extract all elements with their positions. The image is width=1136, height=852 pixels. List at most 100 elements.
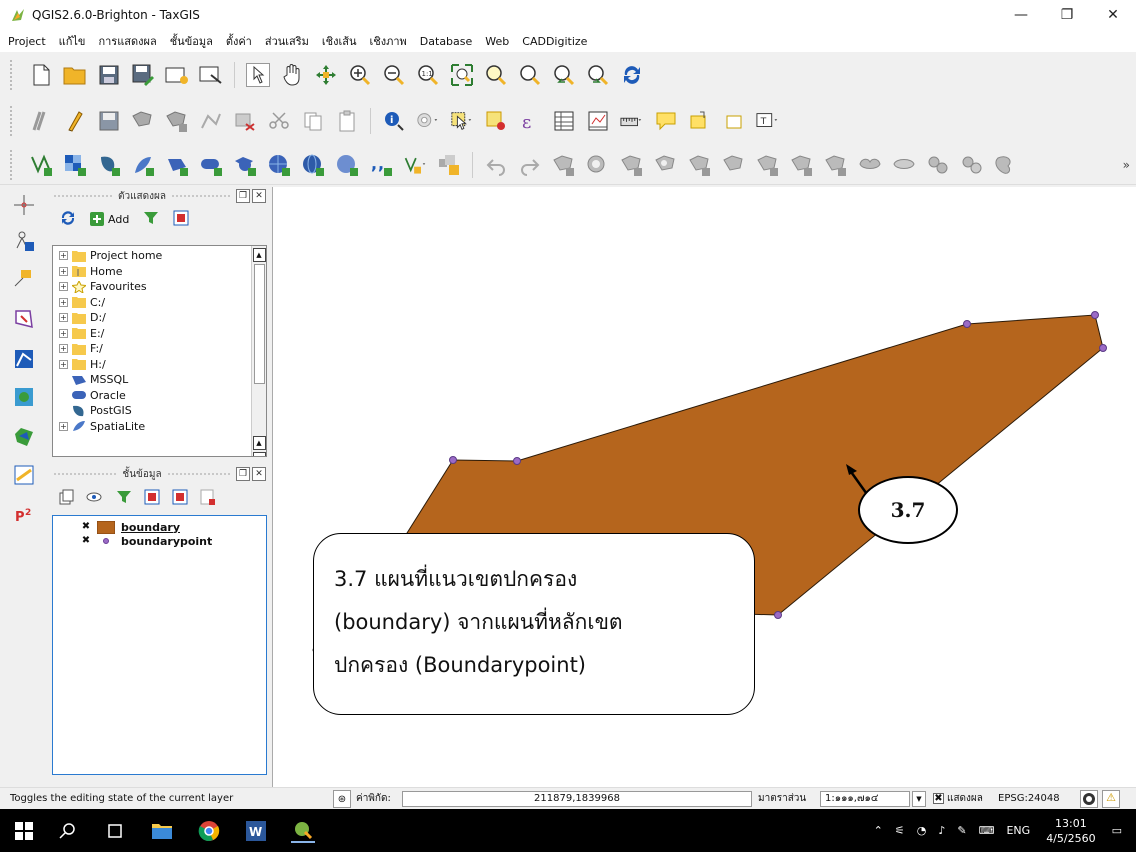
render-checkbox[interactable]: ✖ — [933, 793, 944, 804]
word-icon[interactable]: W — [244, 819, 268, 843]
text-annotation-icon[interactable]: T — [756, 109, 780, 133]
remove-layer-icon[interactable] — [200, 489, 216, 508]
expand-icon[interactable]: + — [59, 344, 68, 354]
float-panel-button[interactable]: ❐ — [236, 189, 250, 203]
offset-curve-icon[interactable] — [756, 153, 780, 177]
georeferencer-icon[interactable] — [12, 229, 36, 253]
expand-icon[interactable]: + — [59, 297, 68, 307]
pan-to-selection-icon[interactable] — [314, 63, 338, 87]
new-bookmark-icon[interactable] — [688, 109, 712, 133]
scroll-up-icon[interactable]: ▲ — [252, 436, 266, 450]
expand-icon[interactable]: + — [59, 328, 68, 338]
coordinate-capture-icon[interactable] — [12, 267, 36, 291]
clock[interactable]: 13:01 4/5/2560 — [1046, 816, 1095, 846]
expand-icon[interactable]: + — [59, 359, 68, 369]
expand-icon[interactable]: + — [59, 282, 68, 292]
zoom-to-selection-icon[interactable] — [484, 63, 508, 87]
layer-row-boundarypoint[interactable]: ✖ boundarypoint — [53, 534, 266, 548]
close-button[interactable]: ✕ — [1090, 0, 1136, 30]
merge-selected-icon[interactable] — [858, 153, 882, 177]
refresh-browser-icon[interactable] — [60, 210, 76, 229]
field-calculator-icon[interactable]: ε — [518, 109, 542, 133]
tree-item[interactable]: + Favourites — [53, 279, 266, 295]
toolbar-overflow-button[interactable]: » — [1123, 158, 1130, 172]
refresh-icon[interactable] — [620, 63, 644, 87]
add-raster-layer-icon[interactable] — [63, 153, 87, 177]
add-feature-icon[interactable] — [131, 109, 155, 133]
zoom-full-icon[interactable] — [450, 63, 474, 87]
save-layer-edits-icon[interactable] — [97, 109, 121, 133]
merge-attributes-icon[interactable] — [892, 153, 916, 177]
statistics-icon[interactable] — [586, 109, 610, 133]
node-tool-icon[interactable] — [199, 109, 223, 133]
topology-checker-icon[interactable] — [12, 307, 36, 331]
qgis-taskbar-icon[interactable] — [291, 819, 315, 843]
chrome-icon[interactable] — [197, 819, 221, 843]
capture-coordinate-icon[interactable] — [12, 193, 36, 217]
gps-tools-icon[interactable] — [12, 385, 36, 409]
new-temporary-layer-icon[interactable] — [437, 153, 461, 177]
gdal-tools-icon[interactable] — [12, 463, 36, 487]
tree-item[interactable]: + Home — [53, 264, 266, 280]
new-shapefile-icon[interactable] — [403, 153, 427, 177]
expand-icon[interactable]: + — [59, 313, 68, 323]
copy-features-icon[interactable] — [301, 109, 325, 133]
boundary-vertex[interactable] — [1091, 311, 1099, 319]
add-wms-layer-icon[interactable] — [233, 153, 257, 177]
toolbar-grip[interactable] — [10, 149, 16, 180]
notifications-icon[interactable]: ▭ — [1112, 824, 1122, 837]
menu-caddigitize[interactable]: CADDigitize — [522, 35, 587, 48]
new-project-icon[interactable] — [29, 63, 53, 87]
browser-scrollbar[interactable]: ▲ ▲ ▼ — [251, 246, 266, 456]
reshape-ring-icon[interactable] — [994, 153, 1018, 177]
file-explorer-icon[interactable] — [150, 819, 174, 843]
toolbar-grip[interactable] — [10, 106, 16, 136]
redo-icon[interactable] — [518, 153, 542, 177]
tree-item[interactable]: + C:/ — [53, 295, 266, 311]
crs-status-button[interactable]: EPSG:24048 — [998, 793, 1060, 804]
rotate-point-symbols-icon[interactable] — [926, 153, 950, 177]
cut-features-icon[interactable] — [267, 109, 291, 133]
collapse-all-icon[interactable] — [173, 210, 189, 229]
reshape-features-icon[interactable] — [722, 153, 746, 177]
search-icon[interactable] — [56, 819, 80, 843]
menu-database[interactable]: Database — [420, 35, 473, 48]
filter-icon[interactable] — [143, 210, 159, 229]
tree-item[interactable]: + Project home — [53, 248, 266, 264]
undo-icon[interactable] — [484, 153, 508, 177]
add-vector-layer-icon[interactable] — [29, 153, 53, 177]
open-layer-styling-icon[interactable] — [58, 489, 74, 508]
identify-features-icon[interactable]: i — [382, 109, 406, 133]
heatmap-icon[interactable] — [12, 425, 36, 449]
add-oracle-layer-icon[interactable] — [199, 153, 223, 177]
keyboard-icon[interactable]: ⌨ — [979, 824, 995, 837]
volume-icon[interactable]: ♪ — [938, 824, 945, 837]
menu-raster[interactable]: เชิงภาพ — [370, 32, 407, 50]
zoom-to-layer-icon[interactable] — [518, 63, 542, 87]
toggle-extents-icon[interactable]: ⊛ — [333, 790, 351, 808]
add-delimited-text-icon[interactable]: ,, — [369, 153, 393, 177]
zoom-native-resolution-icon[interactable]: 1:1 — [416, 63, 440, 87]
open-project-icon[interactable] — [63, 63, 87, 87]
boundary-vertex[interactable] — [1099, 344, 1107, 352]
scroll-up-icon[interactable]: ▲ — [252, 248, 266, 262]
split-parts-icon[interactable] — [824, 153, 848, 177]
layer-row-boundary[interactable]: ✖ boundary — [53, 520, 266, 534]
globe-crs-icon[interactable] — [1080, 790, 1098, 808]
pen-icon[interactable]: ✎ — [957, 824, 966, 837]
tree-item[interactable]: + D:/ — [53, 310, 266, 326]
expand-all-icon[interactable] — [144, 489, 160, 508]
run-feature-action-icon[interactable] — [416, 109, 440, 133]
current-edits-icon[interactable] — [29, 109, 53, 133]
manage-visibility-icon[interactable] — [86, 489, 104, 508]
deselect-features-icon[interactable] — [484, 109, 508, 133]
expand-icon[interactable]: + — [59, 266, 68, 276]
tree-item[interactable]: MSSQL — [53, 372, 266, 388]
p2-plugin-icon[interactable]: P2 — [12, 503, 36, 527]
zoom-in-icon[interactable] — [348, 63, 372, 87]
show-hidden-icons-icon[interactable]: ⌃ — [874, 824, 883, 837]
render-toggle[interactable]: ✖ แสดงผล — [933, 791, 983, 806]
add-spatialite-layer-icon[interactable] — [131, 153, 155, 177]
attribute-table-icon[interactable] — [552, 109, 576, 133]
delete-ring-icon[interactable] — [654, 153, 678, 177]
